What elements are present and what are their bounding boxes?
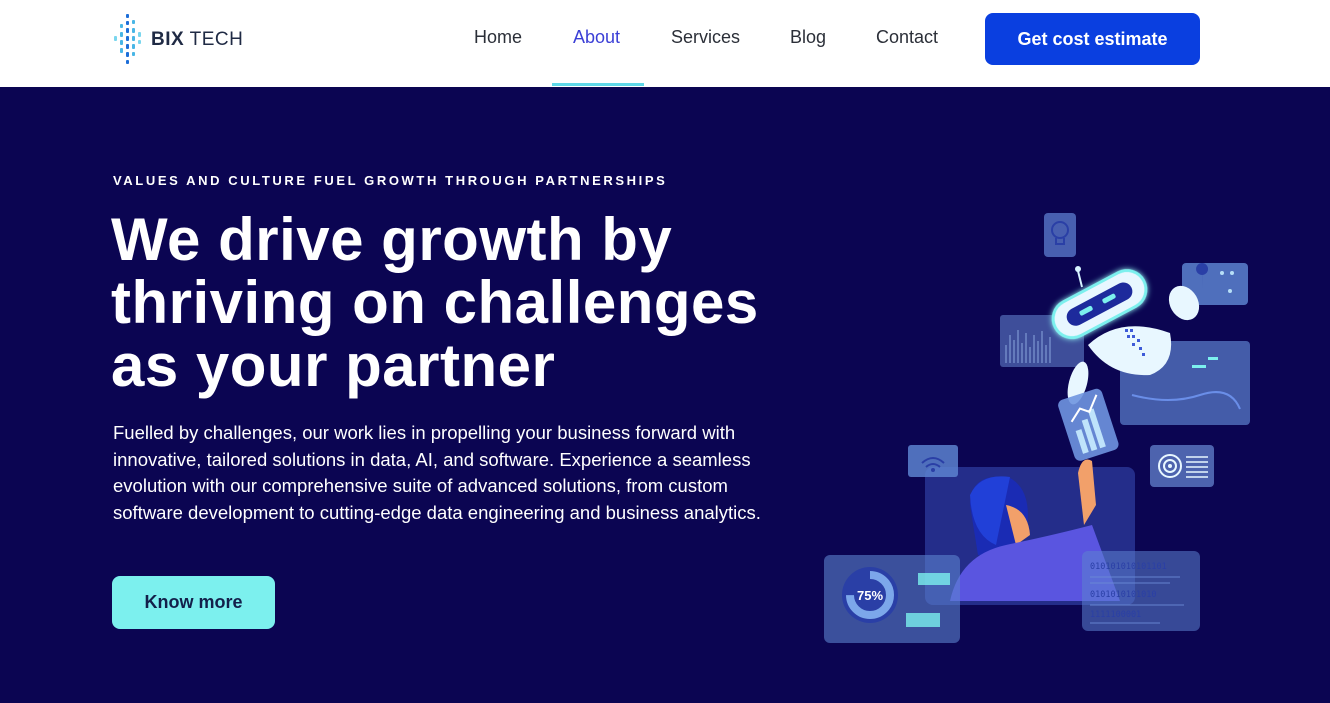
brand-name: BIX TECH xyxy=(151,29,244,50)
hero-headline: We drive growth by thriving on challenge… xyxy=(111,208,811,397)
binary-line: 0101010101010 xyxy=(1090,590,1157,600)
binary-code-card: 010101010101101 0101010101010 1111100001 xyxy=(1082,551,1200,631)
nav-link-home[interactable]: Home xyxy=(474,27,522,48)
bix-logo-icon xyxy=(114,14,141,64)
nav-link-blog[interactable]: Blog xyxy=(790,27,826,48)
nav-link-services[interactable]: Services xyxy=(671,27,740,48)
brand-logo[interactable]: BIX TECH xyxy=(112,12,252,68)
hero-eyebrow: VALUES AND CULTURE FUEL GROWTH THROUGH P… xyxy=(113,173,668,188)
top-navbar: BIX TECH Home About Services Blog Contac… xyxy=(0,0,1330,87)
phone-card xyxy=(1058,388,1119,461)
know-more-button[interactable]: Know more xyxy=(112,576,275,629)
nav-link-contact[interactable]: Contact xyxy=(876,27,938,48)
binary-line: 010101010101101 xyxy=(1090,562,1167,572)
wifi-card xyxy=(908,445,958,477)
nav-link-about[interactable]: About xyxy=(573,27,620,48)
binary-line: 1111100001 xyxy=(1090,610,1141,620)
headline-line: as your partner xyxy=(111,332,556,399)
active-nav-indicator xyxy=(552,83,644,86)
radar-card xyxy=(1150,445,1214,487)
hero-description: Fuelled by challenges, our work lies in … xyxy=(113,422,761,523)
get-cost-estimate-button[interactable]: Get cost estimate xyxy=(985,13,1200,65)
lightbulb-card xyxy=(1044,213,1076,257)
hero-illustration: 75% 010101010101101 0101010101010 111110… xyxy=(824,213,1250,643)
gauge-value: 75% xyxy=(857,588,883,603)
headline-line: thriving on challenges xyxy=(111,269,759,336)
headline-line: We drive growth by xyxy=(111,206,673,273)
gauge-card: 75% xyxy=(824,555,960,643)
